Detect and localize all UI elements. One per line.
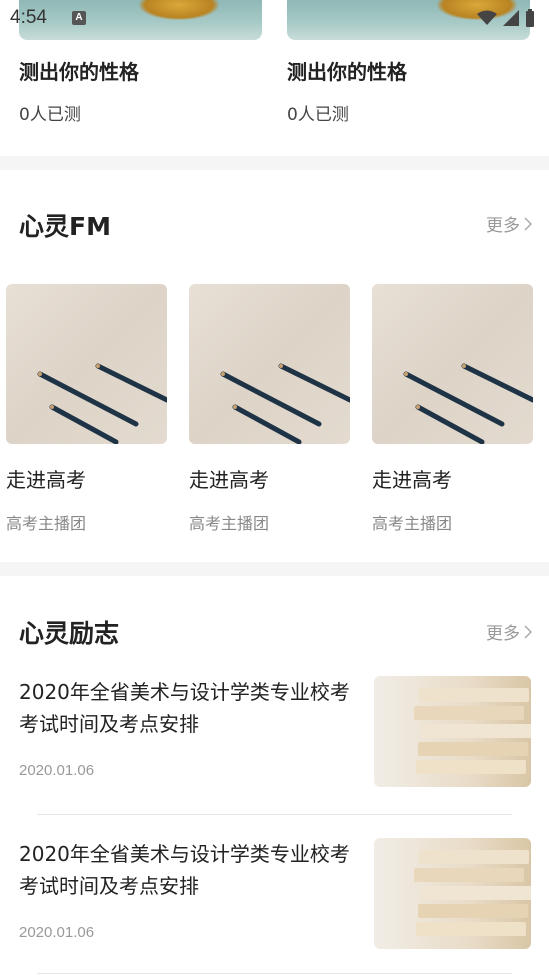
chevron-right-icon [524, 624, 532, 639]
test-card-count: 0人已测 [287, 105, 349, 125]
article-date: 2020.01.06 [19, 762, 95, 779]
test-card-title: 测出你的性格 [19, 60, 139, 84]
chevron-right-icon [524, 216, 532, 231]
status-time: 4:54 [10, 7, 47, 28]
wifi-icon [477, 10, 497, 25]
fm-card[interactable]: 走进高考 高考主播团 [372, 284, 533, 534]
fm-card-image [189, 284, 350, 444]
section-divider [0, 156, 549, 170]
more-label: 更多 [486, 624, 520, 644]
fm-card-subtitle: 高考主播团 [189, 514, 270, 533]
article-title: 2020年全省美术与设计学类专业校考考试时间及考点安排 [19, 842, 350, 898]
notification-icon: A [72, 11, 86, 25]
inspire-section-title: 心灵励志 [19, 619, 120, 648]
status-icons [477, 9, 535, 27]
fm-card-title: 走进高考 [6, 468, 86, 492]
inspire-more-link[interactable]: 更多 [486, 619, 532, 644]
fm-card-image [372, 284, 533, 444]
article-thumbnail [374, 676, 531, 787]
fm-card-subtitle: 高考主播团 [372, 514, 453, 533]
fm-more-link[interactable]: 更多 [486, 211, 532, 236]
fm-card-image [6, 284, 167, 444]
article-item[interactable]: 2020年全省美术与设计学类专业校考考试时间及考点安排 2020.01.06 [19, 676, 531, 806]
fm-card-title: 走进高考 [372, 468, 452, 492]
more-label: 更多 [486, 216, 520, 236]
fm-card[interactable]: 走进高考 高考主播团 [189, 284, 350, 534]
article-date: 2020.01.06 [19, 924, 95, 941]
status-bar: 4:54 A [0, 0, 549, 36]
fm-card[interactable]: 走进高考 高考主播团 [6, 284, 167, 534]
fm-card-title: 走进高考 [189, 468, 269, 492]
section-divider [0, 562, 549, 576]
test-card-count: 0人已测 [19, 105, 81, 125]
fm-card-subtitle: 高考主播团 [6, 514, 87, 533]
signal-icon [503, 10, 519, 26]
article-title: 2020年全省美术与设计学类专业校考考试时间及考点安排 [19, 680, 350, 736]
battery-icon [526, 9, 534, 27]
article-divider [37, 814, 512, 815]
test-card-title: 测出你的性格 [287, 60, 407, 84]
article-thumbnail [374, 838, 531, 949]
article-item[interactable]: 2020年全省美术与设计学类专业校考考试时间及考点安排 2020.01.06 [19, 838, 531, 968]
fm-section-title: 心灵FM [19, 212, 111, 241]
article-divider [37, 973, 512, 974]
